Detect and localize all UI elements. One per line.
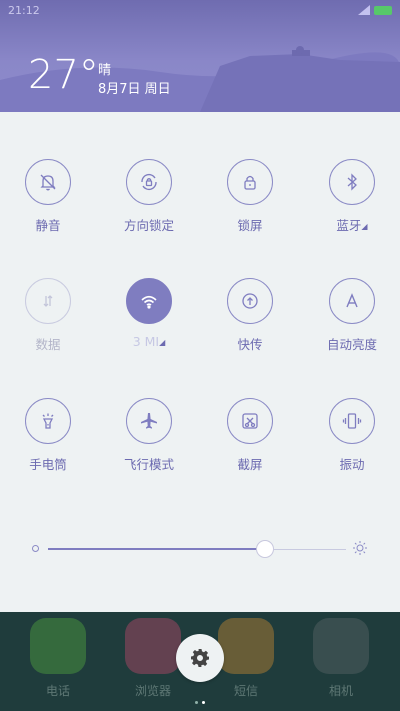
settings-button[interactable] <box>176 634 224 682</box>
temperature: 27° <box>28 52 99 98</box>
dock-app-phone[interactable]: 电话 <box>26 618 90 699</box>
toggle-wifi[interactable]: 3 MI◢ <box>99 278 199 349</box>
toggle-quick-transfer[interactable]: 快传 <box>200 278 300 353</box>
bluetooth-icon <box>329 159 375 205</box>
messages-icon <box>218 618 274 674</box>
toggle-vibrate[interactable]: 振动 <box>302 398 400 473</box>
toggle-label: 方向锁定 <box>123 218 174 233</box>
quick-settings-panel: 静音 方向锁定 锁屏 蓝牙◢ 数据 3 MI◢ 快传 自动亮度 手电筒 飞行模式… <box>0 112 400 612</box>
weather-date: 8月7日 周日 <box>98 82 171 97</box>
browser-icon <box>125 618 181 674</box>
brightness-track-filled <box>48 548 266 550</box>
toggle-label: 自动亮度 <box>326 337 377 352</box>
bell-off-icon <box>25 159 71 205</box>
dock-app-label: 短信 <box>233 684 258 698</box>
wifi-icon <box>126 278 172 324</box>
toggle-label: 快传 <box>237 337 263 352</box>
vibrate-icon <box>329 398 375 444</box>
toggle-label-with-more: 3 MI◢ <box>99 334 199 349</box>
toggle-rotation-lock[interactable]: 方向锁定 <box>99 159 199 234</box>
toggle-label: 3 MI <box>132 334 160 349</box>
brightness-thumb[interactable] <box>256 540 274 558</box>
page-indicator <box>193 689 207 708</box>
toggle-label: 振动 <box>339 457 365 472</box>
toggle-label: 截屏 <box>237 457 263 472</box>
toggle-mute[interactable]: 静音 <box>0 159 98 234</box>
dock-app-label: 相机 <box>328 684 353 698</box>
dock-app-camera[interactable]: 相机 <box>309 618 373 699</box>
toggle-label: 飞行模式 <box>123 457 174 472</box>
quick-transfer-icon <box>227 278 273 324</box>
gear-icon <box>191 649 209 667</box>
toggle-auto-brightness[interactable]: 自动亮度 <box>302 278 400 353</box>
more-triangle-icon: ◢ <box>159 338 166 347</box>
status-time: 21:12 <box>8 4 40 17</box>
toggle-label: 静音 <box>35 218 61 233</box>
camera-icon <box>313 618 369 674</box>
battery-icon <box>374 6 392 15</box>
toggle-mobile-data[interactable]: 数据 <box>0 278 98 353</box>
phone-icon <box>30 618 86 674</box>
toggle-airplane-mode[interactable]: 飞行模式 <box>99 398 199 473</box>
weather-condition: 晴 <box>98 63 112 78</box>
dock-app-label: 电话 <box>45 684 70 698</box>
toggle-bluetooth[interactable]: 蓝牙◢ <box>302 159 400 234</box>
brightness-slider[interactable] <box>30 530 375 570</box>
toggle-label: 手电筒 <box>29 457 67 472</box>
lock-icon <box>227 159 273 205</box>
toggle-label: 数据 <box>35 337 61 352</box>
toggle-label: 蓝牙 <box>336 218 362 233</box>
toggle-flashlight[interactable]: 手电筒 <box>0 398 98 473</box>
airplane-icon <box>126 398 172 444</box>
brightness-high-icon <box>353 541 367 555</box>
toggle-lock-screen[interactable]: 锁屏 <box>200 159 300 234</box>
toggle-label: 锁屏 <box>237 218 263 233</box>
auto-brightness-icon <box>329 278 375 324</box>
toggle-screenshot[interactable]: 截屏 <box>200 398 300 473</box>
page-dot-active <box>202 701 205 704</box>
status-bar: 21:12 <box>0 0 400 22</box>
rotation-lock-icon <box>126 159 172 205</box>
signal-icon <box>358 5 370 15</box>
flashlight-icon <box>25 398 71 444</box>
more-triangle-icon: ◢ <box>361 222 368 231</box>
page-dot <box>195 701 198 704</box>
screenshot-icon <box>227 398 273 444</box>
dock-app-label: 浏览器 <box>134 684 171 698</box>
mobile-data-icon <box>25 278 71 324</box>
brightness-low-icon <box>32 545 39 552</box>
brightness-track <box>274 549 346 550</box>
toggle-label-with-more: 蓝牙◢ <box>302 215 400 234</box>
